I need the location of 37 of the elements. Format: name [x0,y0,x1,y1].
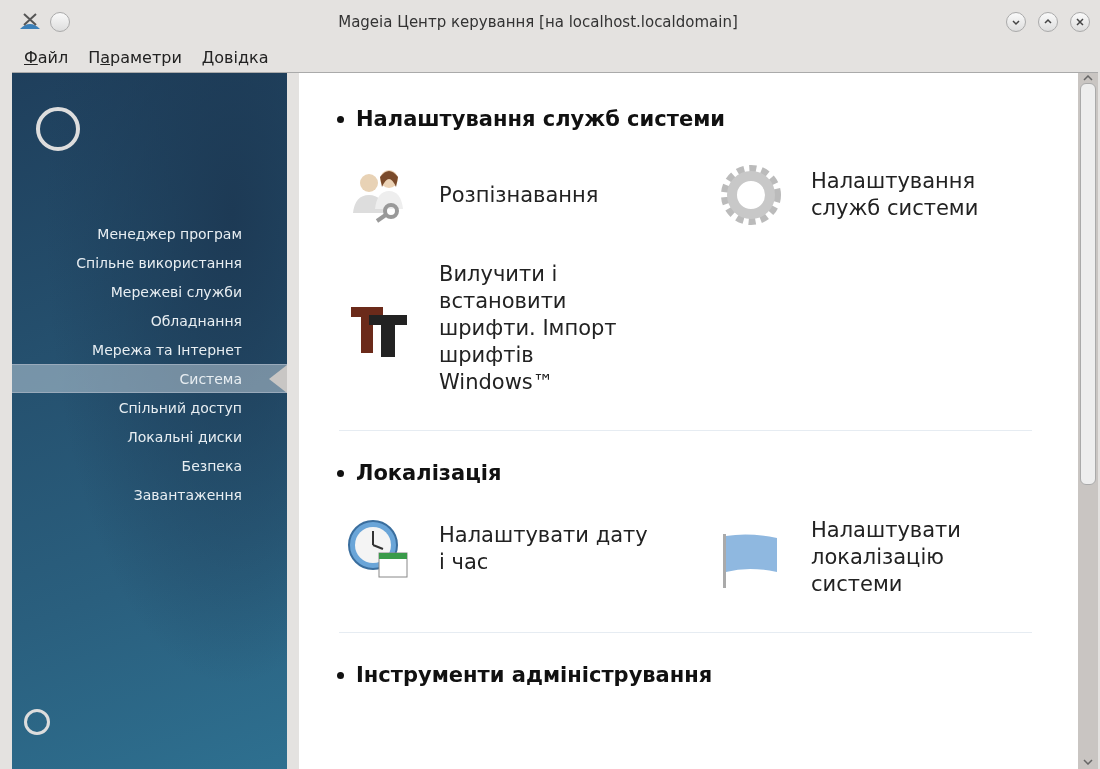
clock-calendar-icon [347,517,411,581]
chevron-up-icon [1083,75,1093,81]
menu-item[interactable]: Файл [14,44,79,70]
chevron-down-icon [1011,17,1021,27]
close-button[interactable] [1070,12,1090,32]
close-icon [1075,17,1085,27]
sidebar-item[interactable]: Спільне використання [12,248,287,277]
sidebar-item[interactable]: Завантаження [12,480,287,509]
tool-launcher[interactable]: Налаштувати локалізацію системи [719,517,1039,598]
tool-launcher[interactable]: Налаштувати дату і час [347,517,719,581]
sidebar-item[interactable]: Спільний доступ [12,393,287,422]
bullet-icon [337,115,344,123]
window-title: Mageia Центр керування [на localhost.localdomain] [337,13,739,31]
sidebar-item[interactable]: Мережеві служби [12,277,287,306]
section-heading: Локалізація [356,461,502,485]
window-menu-button[interactable] [50,12,70,32]
sidebar-item[interactable]: Менеджер програм [12,219,287,248]
ring-icon [36,107,80,151]
scrollbar[interactable] [1078,73,1098,769]
menu-item[interactable]: Параметри [78,44,192,70]
sidebar-item[interactable]: Безпека [12,451,287,480]
bullet-icon [337,671,344,679]
chevron-down-icon [1083,759,1093,765]
section-heading: Інструменти адміністрування [356,663,713,687]
gear-icon [719,163,783,227]
ring-icon [24,709,50,735]
minimize-button[interactable] [1006,12,1026,32]
tool-launcher[interactable]: Налаштування служб системи [719,163,1039,227]
sidebar-item[interactable]: Локальні диски [12,422,287,451]
sidebar-item[interactable]: Обладнання [12,306,287,335]
section-heading: Налаштування служб системи [356,107,726,131]
tool-launcher[interactable]: Розпізнавання [347,163,719,227]
menu-item[interactable]: Довідка [191,44,279,70]
tool-launcher[interactable]: Вилучити і встановити шрифти. Імпорт шрифтів Windows™ [347,261,719,396]
bullet-icon [337,469,344,477]
maximize-button[interactable] [1038,12,1058,32]
sidebar-item[interactable]: Мережа та Інтернет [12,335,287,364]
